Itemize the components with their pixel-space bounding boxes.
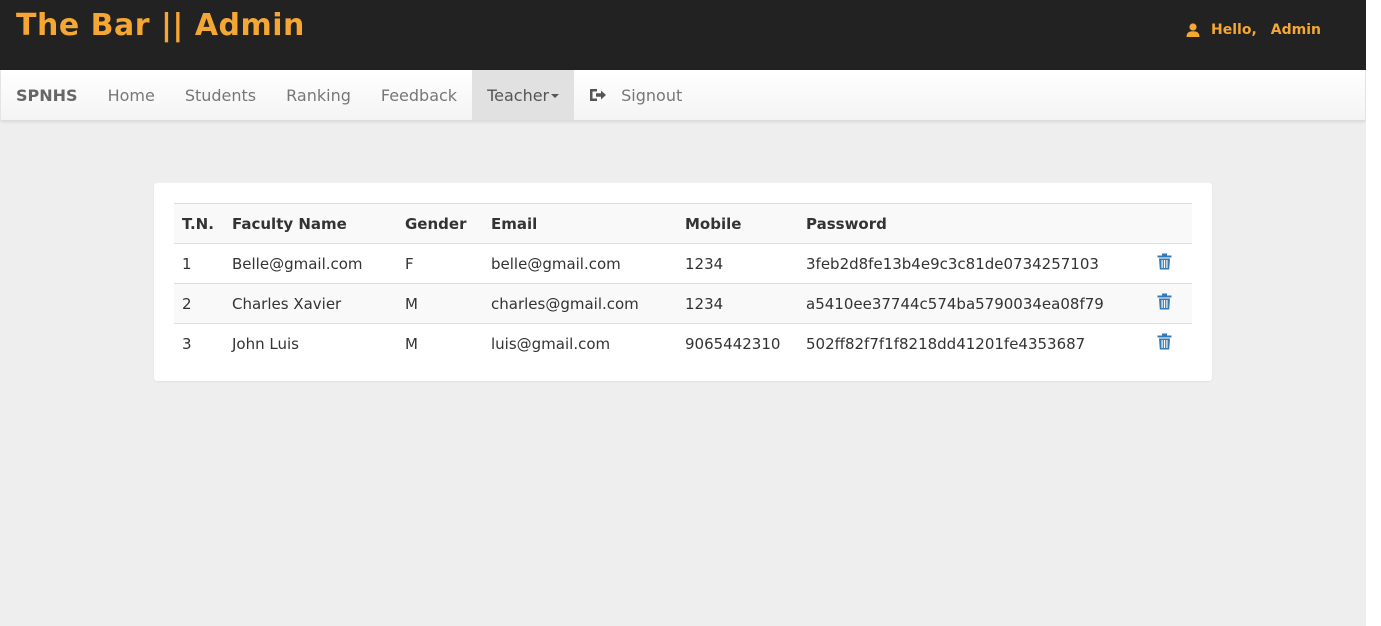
caret-down-icon — [551, 94, 560, 98]
table-row: 3 John Luis M luis@gmail.com 9065442310 … — [174, 324, 1192, 364]
user-name: Admin — [1270, 22, 1321, 38]
user-icon — [1185, 22, 1201, 38]
cell-mobile: 9065442310 — [685, 334, 781, 353]
trash-icon[interactable] — [1157, 333, 1172, 354]
cell-tn: 3 — [182, 334, 192, 353]
trash-icon[interactable] — [1157, 253, 1172, 274]
cell-email: luis@gmail.com — [491, 334, 611, 353]
app-title[interactable]: The Bar || Admin — [16, 8, 305, 43]
column-header-action — [1136, 203, 1192, 244]
nav-item-ranking[interactable]: Ranking — [271, 70, 366, 120]
cell-gender: M — [405, 334, 418, 353]
cell-mobile: 1234 — [677, 243, 798, 284]
cell-password: 502ff82f7f1f8218dd41201fe4353687 — [806, 334, 1086, 353]
top-header: The Bar || Admin Hello, Admin — [0, 0, 1366, 70]
cell-faculty-name: John Luis — [232, 334, 299, 353]
cell-email: belle@gmail.com — [483, 243, 677, 284]
cell-gender: M — [397, 283, 483, 324]
cell-action — [1136, 243, 1192, 284]
column-header-email: Email — [483, 203, 677, 244]
cell-password: 3feb2d8fe13b4e9c3c81de0734257103 — [798, 243, 1136, 284]
nav-item-label: Ranking — [286, 85, 351, 105]
signout-icon — [589, 87, 607, 103]
nav-brand[interactable]: SPNHS — [1, 70, 93, 120]
cell-tn: 1 — [174, 243, 224, 284]
table-row: 1 Belle@gmail.com F belle@gmail.com 1234… — [174, 243, 1192, 284]
main-navbar: SPNHS Home Students Ranking Feedback Tea… — [1, 70, 1365, 121]
nav-item-label: Teacher — [487, 85, 550, 105]
cell-action — [1136, 283, 1192, 324]
scrollbar-gutter — [1366, 0, 1381, 626]
cell-gender: F — [397, 243, 483, 284]
greeting-text: Hello, — [1211, 22, 1257, 38]
table-row: 2 Charles Xavier M charles@gmail.com 123… — [174, 283, 1192, 324]
cell-mobile: 1234 — [677, 283, 798, 324]
teachers-table: T.N. Faculty Name Gender Email Mobile Pa… — [174, 203, 1192, 363]
trash-icon[interactable] — [1157, 293, 1172, 314]
nav-item-teacher-dropdown[interactable]: Teacher — [472, 70, 575, 120]
column-header-password: Password — [798, 203, 1136, 244]
nav-item-label: Students — [184, 85, 257, 105]
nav-item-home[interactable]: Home — [93, 70, 170, 120]
cell-action — [1136, 324, 1192, 364]
cell-faculty-name: Belle@gmail.com — [224, 243, 397, 284]
teachers-panel: T.N. Faculty Name Gender Email Mobile Pa… — [154, 183, 1212, 381]
admin-page: The Bar || Admin Hello, Admin SPNHS Home… — [0, 0, 1366, 626]
cell-faculty-name: Charles Xavier — [224, 283, 397, 324]
nav-item-label: Signout — [621, 85, 683, 105]
nav-item-feedback[interactable]: Feedback — [366, 70, 472, 120]
nav-item-signout[interactable]: Signout — [574, 70, 697, 120]
column-header-tn: T.N. — [174, 203, 224, 244]
column-header-faculty-name: Faculty Name — [224, 203, 397, 244]
user-greeting[interactable]: Hello, Admin — [1185, 22, 1321, 38]
cell-email: charles@gmail.com — [483, 283, 677, 324]
column-header-gender: Gender — [397, 203, 483, 244]
nav-item-students[interactable]: Students — [170, 70, 271, 120]
column-header-mobile: Mobile — [677, 203, 798, 244]
nav-item-label: Home — [107, 85, 155, 105]
cell-tn: 2 — [174, 283, 224, 324]
cell-password: a5410ee37744c574ba5790034ea08f79 — [798, 283, 1136, 324]
table-header-row: T.N. Faculty Name Gender Email Mobile Pa… — [174, 203, 1192, 244]
nav-item-label: Feedback — [380, 85, 458, 105]
